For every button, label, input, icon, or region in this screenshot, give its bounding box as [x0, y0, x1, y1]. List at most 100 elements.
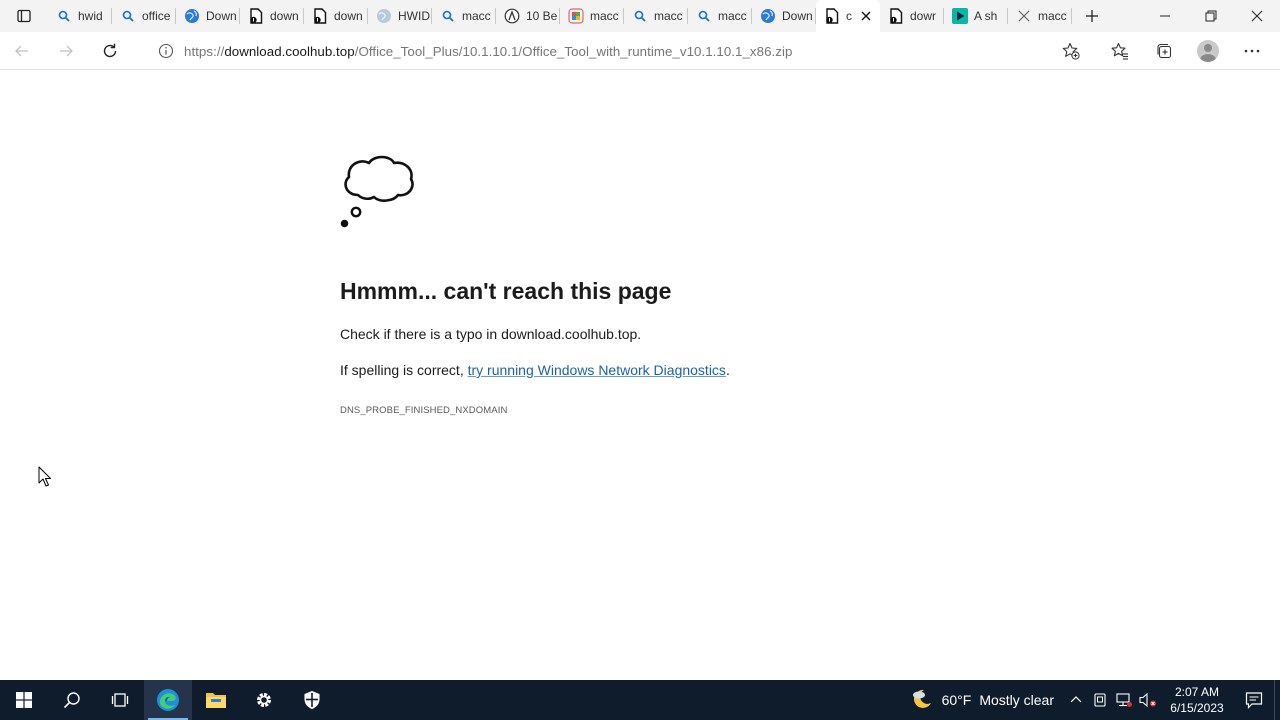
info-icon: [158, 43, 174, 59]
folder-icon: [206, 693, 226, 708]
start-button[interactable]: [0, 680, 48, 720]
tab[interactable]: 10 Be: [496, 0, 560, 32]
tab-strip: hwid office Down down down HWID macc 10 Be macc m…: [0, 0, 1280, 32]
tab[interactable]: down: [240, 0, 304, 32]
close-window-button[interactable]: [1234, 0, 1280, 32]
tab-label: Down: [206, 9, 237, 23]
tab-label: A sh: [974, 9, 998, 23]
download-file-icon: [312, 8, 328, 24]
tab-label: c: [846, 9, 852, 23]
circle-a-icon: [504, 8, 520, 24]
tab[interactable]: HWID: [368, 0, 432, 32]
search-button[interactable]: [48, 680, 96, 720]
device-icon: [1094, 693, 1106, 707]
tab-label: HWID: [398, 9, 430, 23]
globe-icon: [184, 8, 200, 24]
error-code: DNS_PROBE_FINISHED_NXDOMAIN: [340, 405, 508, 416]
play-icon: [952, 8, 968, 24]
back-button[interactable]: [0, 32, 44, 70]
tray-device-button[interactable]: [1088, 680, 1112, 720]
tab[interactable]: macc: [432, 0, 496, 32]
forward-button[interactable]: [44, 32, 88, 70]
avatar: [1197, 40, 1219, 62]
tab[interactable]: Down: [176, 0, 240, 32]
download-file-icon: [824, 8, 840, 24]
tab[interactable]: Down: [752, 0, 816, 32]
settings-button[interactable]: [240, 680, 288, 720]
show-desktop-button[interactable]: [1274, 680, 1280, 720]
tab[interactable]: down: [304, 0, 368, 32]
tab-label: macc: [654, 9, 683, 23]
tab-list: hwid office Down down down HWID macc 10 Be macc m…: [48, 0, 1072, 32]
download-file-icon: [888, 8, 904, 24]
address-bar[interactable]: https://download.coolhub.top/Office_Tool…: [148, 35, 1094, 67]
new-tab-button[interactable]: [1072, 0, 1112, 32]
search-icon: [696, 8, 712, 24]
refresh-button[interactable]: [88, 32, 132, 70]
system-tray: 60°F Mostly clear 2:07 AM 6/15/2023: [910, 680, 1280, 720]
gear-icon: [257, 693, 271, 707]
taskbar-clock[interactable]: 2:07 AM 6/15/2023: [1164, 684, 1230, 716]
diagnostics-suffix: .: [725, 362, 730, 378]
tab[interactable]: macc: [560, 0, 624, 32]
security-button[interactable]: [288, 680, 336, 720]
search-icon: [120, 8, 136, 24]
thought-cloud-icon: [340, 155, 414, 228]
add-favorite-button[interactable]: [1062, 42, 1080, 65]
settings-more-button[interactable]: [1230, 32, 1274, 70]
x-logo-icon: [1016, 8, 1032, 24]
weather-temp: 60°F: [941, 692, 972, 708]
chevron-up-icon: [1070, 696, 1082, 703]
network-diagnostics-link[interactable]: try running Windows Network Diagnostics: [468, 362, 726, 378]
weather-condition: Mostly clear: [979, 692, 1054, 708]
forward-arrow-icon: [60, 45, 73, 56]
minimize-icon: [1160, 15, 1170, 17]
tab-label: 10 Be: [526, 9, 558, 23]
app-grid-icon: [568, 8, 584, 24]
tab-active[interactable]: c: [816, 0, 880, 32]
tab[interactable]: macc: [1008, 0, 1072, 32]
task-view-button[interactable]: [96, 680, 144, 720]
tab-label: dowr: [910, 9, 937, 23]
toolbar-right: [1098, 32, 1274, 70]
typo-hint: Check if there is a typo in download.coo…: [340, 326, 642, 342]
tab[interactable]: macc: [688, 0, 752, 32]
tab-label: macc: [718, 9, 747, 23]
close-icon: [1251, 10, 1263, 22]
tab-actions-button[interactable]: [0, 0, 48, 32]
file-explorer-button[interactable]: [192, 680, 240, 720]
tab[interactable]: office: [112, 0, 176, 32]
tab-label: Down: [782, 9, 813, 23]
volume-button[interactable]: [1136, 680, 1160, 720]
edge-taskbar-button[interactable]: [144, 680, 192, 720]
tab-actions-icon: [17, 9, 31, 23]
tab[interactable]: dowr: [880, 0, 944, 32]
tab[interactable]: macc: [624, 0, 688, 32]
mouse-cursor-icon: [38, 466, 51, 487]
restore-button[interactable]: [1188, 0, 1234, 32]
minimize-button[interactable]: [1142, 0, 1188, 32]
globe-icon: [760, 8, 776, 24]
refresh-icon: [103, 43, 117, 57]
moon-cloud-icon: [912, 689, 931, 708]
collections-button[interactable]: [1142, 32, 1186, 70]
tab-label: macc: [590, 9, 619, 23]
search-icon: [632, 8, 648, 24]
favorites-button[interactable]: [1098, 32, 1142, 70]
url-text[interactable]: https://download.coolhub.top/Office_Tool…: [184, 44, 792, 59]
profile-button[interactable]: [1186, 32, 1230, 70]
tab[interactable]: hwid: [48, 0, 112, 32]
site-info-button[interactable]: [148, 43, 184, 59]
close-tab-button[interactable]: [858, 8, 874, 24]
show-hidden-icons-button[interactable]: [1064, 680, 1088, 720]
tab[interactable]: A sh: [944, 0, 1008, 32]
star-add-icon: [1062, 42, 1080, 60]
notification-center-button[interactable]: [1234, 680, 1274, 720]
tab-label: office: [142, 9, 171, 23]
close-icon: [861, 11, 871, 21]
network-button[interactable]: [1112, 680, 1136, 720]
weather-widget[interactable]: 60°F Mostly clear: [910, 688, 1054, 712]
diagnostics-prefix: If spelling is correct,: [340, 362, 468, 378]
tab-label: down: [270, 9, 299, 23]
network-icon: [1116, 693, 1132, 707]
